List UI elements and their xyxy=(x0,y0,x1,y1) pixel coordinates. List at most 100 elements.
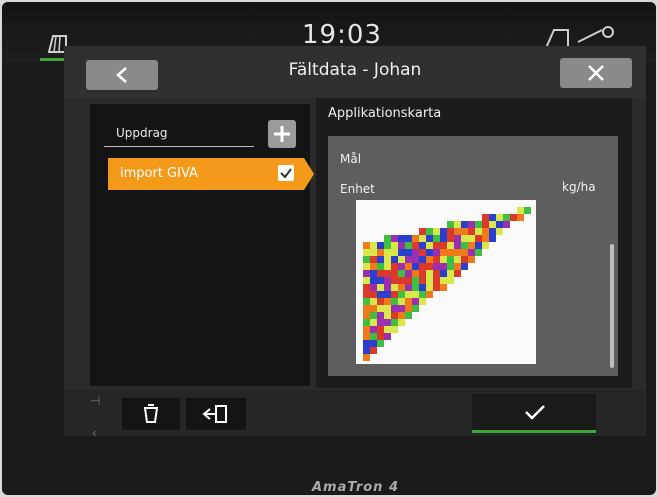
map-cell xyxy=(405,284,412,291)
map-cell xyxy=(363,263,370,270)
map-cell xyxy=(419,242,426,249)
map-cell xyxy=(419,270,426,277)
map-cell xyxy=(461,235,468,242)
map-cell xyxy=(363,277,370,284)
order-item-label: import GIVA xyxy=(120,166,198,181)
map-cell xyxy=(489,228,496,235)
map-cell xyxy=(384,319,391,326)
map-cell xyxy=(433,235,440,242)
map-cell xyxy=(377,270,384,277)
map-cell xyxy=(412,305,419,312)
map-cell xyxy=(412,242,419,249)
map-cell xyxy=(384,235,391,242)
map-cell xyxy=(370,242,377,249)
order-checkbox[interactable] xyxy=(278,165,294,181)
map-cell xyxy=(363,354,370,361)
application-map-title: Applikationskarta xyxy=(328,106,442,121)
map-cell xyxy=(440,277,447,284)
map-cell xyxy=(412,291,419,298)
map-cell xyxy=(454,235,461,242)
map-cell xyxy=(377,298,384,305)
delete-button[interactable] xyxy=(122,398,180,430)
export-button[interactable] xyxy=(186,398,246,430)
map-cell xyxy=(433,277,440,284)
map-cell xyxy=(419,249,426,256)
map-cell xyxy=(363,291,370,298)
map-cell xyxy=(447,221,454,228)
map-cell xyxy=(447,249,454,256)
map-cell xyxy=(454,242,461,249)
map-cell xyxy=(447,256,454,263)
map-cell xyxy=(454,228,461,235)
map-cell xyxy=(440,242,447,249)
orders-panel: Uppdrag import GIVA xyxy=(90,104,314,386)
map-cell xyxy=(426,235,433,242)
map-cell xyxy=(405,249,412,256)
map-cell xyxy=(391,284,398,291)
map-cell xyxy=(391,249,398,256)
unit-value: kg/ha xyxy=(562,180,596,194)
close-button[interactable] xyxy=(560,58,632,88)
map-cell xyxy=(384,305,391,312)
map-cell xyxy=(363,256,370,263)
map-cell xyxy=(482,221,489,228)
map-cell xyxy=(412,263,419,270)
map-cell xyxy=(517,207,524,214)
map-cell xyxy=(426,242,433,249)
confirm-button[interactable] xyxy=(472,394,596,433)
map-cell xyxy=(370,249,377,256)
map-cell xyxy=(398,312,405,319)
map-cell xyxy=(377,305,384,312)
order-item-import-giva[interactable]: import GIVA xyxy=(108,158,314,190)
map-cell xyxy=(405,291,412,298)
map-cell xyxy=(419,291,426,298)
map-cell xyxy=(405,298,412,305)
map-cell xyxy=(391,326,398,333)
orders-underline xyxy=(104,146,254,147)
map-cell xyxy=(398,235,405,242)
export-icon xyxy=(202,405,227,423)
map-cell xyxy=(363,242,370,249)
map-cell xyxy=(398,249,405,256)
map-cell xyxy=(412,249,419,256)
map-cell xyxy=(440,256,447,263)
add-order-button[interactable] xyxy=(268,120,296,148)
map-cell xyxy=(440,270,447,277)
map-cell xyxy=(370,305,377,312)
map-cell xyxy=(405,312,412,319)
map-cell xyxy=(398,263,405,270)
map-cell xyxy=(363,270,370,277)
map-cell xyxy=(468,242,475,249)
map-cell xyxy=(489,235,496,242)
side-chevron-icon: ‹ xyxy=(92,426,97,440)
map-cell xyxy=(447,235,454,242)
map-cell xyxy=(454,263,461,270)
map-cell xyxy=(412,277,419,284)
close-icon xyxy=(588,65,604,81)
selection-arrow xyxy=(304,158,314,190)
map-cell xyxy=(510,214,517,221)
map-cell xyxy=(433,249,440,256)
map-cell xyxy=(461,242,468,249)
map-cell xyxy=(475,221,482,228)
map-cell xyxy=(384,312,391,319)
map-cell xyxy=(391,298,398,305)
map-cell xyxy=(363,326,370,333)
map-cell xyxy=(363,340,370,347)
orders-label: Uppdrag xyxy=(116,126,168,140)
map-cell xyxy=(468,221,475,228)
scrollbar[interactable] xyxy=(610,244,614,368)
map-cell xyxy=(370,340,377,347)
map-cell xyxy=(377,284,384,291)
map-cell xyxy=(405,242,412,249)
map-cell xyxy=(426,256,433,263)
map-cell xyxy=(412,256,419,263)
map-cell xyxy=(433,228,440,235)
terminal-device: 19:03 Fältdata - Johan Uppdrag import GI… xyxy=(2,2,656,495)
map-cell xyxy=(440,284,447,291)
map-cell xyxy=(426,263,433,270)
map-cell xyxy=(405,263,412,270)
application-map-image xyxy=(356,200,536,364)
map-cell xyxy=(398,291,405,298)
map-cell xyxy=(377,249,384,256)
